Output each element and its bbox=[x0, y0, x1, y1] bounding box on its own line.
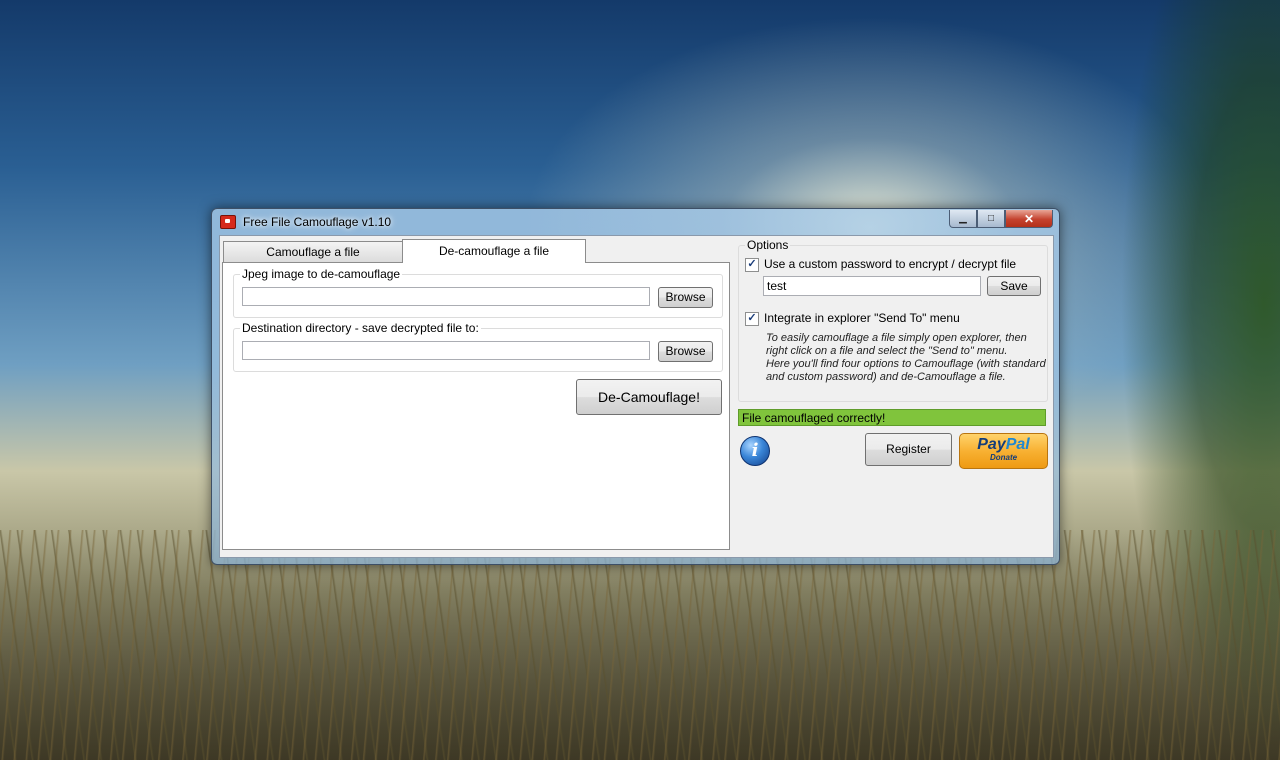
tab-camouflage[interactable]: Camouflage a file bbox=[223, 241, 403, 262]
title-bar[interactable]: Free File Camouflage v1.10 ▁ □ ✕ bbox=[212, 209, 1059, 235]
app-window: Free File Camouflage v1.10 ▁ □ ✕ Camoufl… bbox=[211, 208, 1060, 565]
jpeg-path-input[interactable] bbox=[242, 287, 650, 306]
paypal-donate-button[interactable]: PayPal Donate bbox=[959, 433, 1048, 469]
integrate-sendto-checkbox[interactable]: ✓ bbox=[745, 312, 759, 326]
destination-groupbox: Destination directory - save decrypted f… bbox=[233, 321, 723, 372]
destination-path-input[interactable] bbox=[242, 341, 650, 360]
paypal-donate-label: Donate bbox=[989, 453, 1018, 462]
save-password-button[interactable]: Save bbox=[987, 276, 1041, 296]
destination-browse-button[interactable]: Browse bbox=[658, 341, 713, 362]
options-group-label: Options bbox=[745, 238, 791, 252]
tab-decamouflage[interactable]: De-camouflage a file bbox=[402, 239, 586, 263]
close-button[interactable]: ✕ bbox=[1005, 210, 1053, 228]
sendto-hint-line-4: and custom password) and de-Camouflage a… bbox=[766, 371, 1006, 383]
paypal-logo: PayPal bbox=[977, 436, 1030, 453]
custom-password-label: Use a custom password to encrypt / decry… bbox=[764, 257, 1017, 271]
sendto-hint-line-1: To easily camouflage a file simply open … bbox=[766, 332, 1027, 344]
sendto-hint-line-2: right click on a file and select the "Se… bbox=[766, 345, 1008, 357]
maximize-button[interactable]: □ bbox=[977, 210, 1005, 228]
options-groupbox: Options ✓ Use a custom password to encry… bbox=[738, 238, 1048, 402]
jpeg-browse-button[interactable]: Browse bbox=[658, 287, 713, 308]
sendto-hint-line-3: Here you'll find four options to Camoufl… bbox=[766, 358, 1046, 370]
register-button[interactable]: Register bbox=[865, 433, 952, 466]
custom-password-checkbox[interactable]: ✓ bbox=[745, 258, 759, 272]
minimize-button[interactable]: ▁ bbox=[949, 210, 977, 228]
jpeg-groupbox: Jpeg image to de-camouflage Browse bbox=[233, 267, 723, 318]
client-area: Camouflage a file De-camouflage a file J… bbox=[219, 235, 1054, 558]
info-icon[interactable]: i bbox=[740, 436, 770, 466]
decamouflage-button[interactable]: De-Camouflage! bbox=[576, 379, 722, 415]
decamouflage-tab-panel: Jpeg image to de-camouflage Browse Desti… bbox=[222, 262, 730, 550]
window-title: Free File Camouflage v1.10 bbox=[243, 215, 392, 229]
window-controls: ▁ □ ✕ bbox=[949, 210, 1053, 229]
jpeg-group-label: Jpeg image to de-camouflage bbox=[240, 267, 403, 281]
app-icon[interactable] bbox=[220, 215, 236, 229]
password-input[interactable] bbox=[763, 276, 981, 296]
destination-group-label: Destination directory - save decrypted f… bbox=[240, 321, 481, 335]
integrate-sendto-label: Integrate in explorer "Send To" menu bbox=[764, 311, 960, 325]
status-bar: File camouflaged correctly! bbox=[738, 409, 1046, 426]
